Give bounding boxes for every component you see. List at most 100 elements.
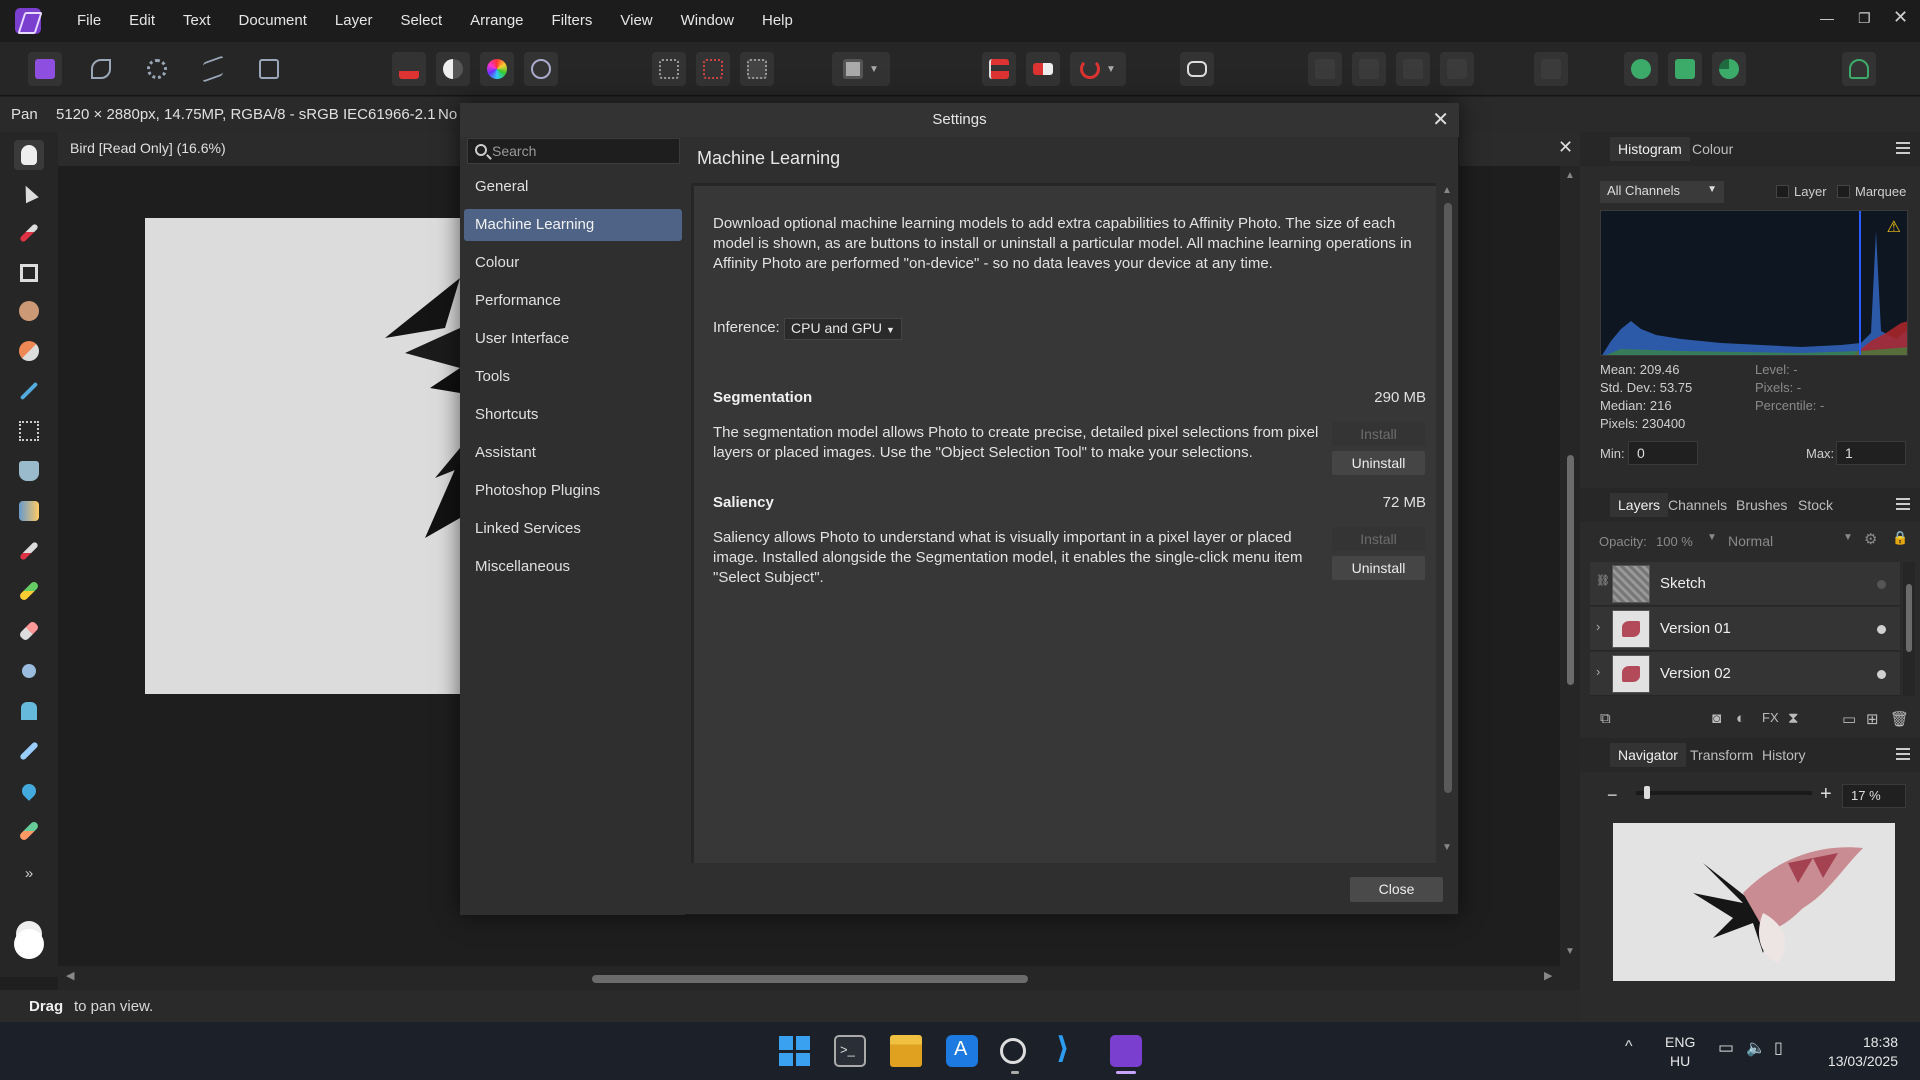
- menu-window[interactable]: Window: [667, 0, 748, 42]
- dodge-tool-icon[interactable]: [14, 656, 44, 686]
- levels-icon[interactable]: [392, 52, 426, 86]
- tone-mapping-persona-icon[interactable]: [196, 52, 230, 86]
- pane-scroll-thumb[interactable]: [1444, 203, 1452, 793]
- opacity-value[interactable]: 100 %: [1656, 534, 1693, 549]
- expand-chevron-icon[interactable]: ›: [1596, 619, 1600, 634]
- layer-settings-gear-icon[interactable]: ⚙: [1864, 530, 1877, 548]
- scroll-right-icon[interactable]: ▶: [1544, 969, 1552, 982]
- gradient-tool-icon[interactable]: [14, 496, 44, 526]
- selection-icon[interactable]: [652, 52, 686, 86]
- expand-chevron-icon[interactable]: ›: [1596, 664, 1600, 679]
- color-picker-tool-icon[interactable]: [14, 218, 44, 248]
- tray-chevron-up-icon[interactable]: ^: [1625, 1038, 1633, 1056]
- menu-layer[interactable]: Layer: [321, 0, 387, 42]
- zoom-slider-track[interactable]: [1636, 786, 1812, 799]
- scroll-left-icon[interactable]: ◀: [66, 969, 74, 982]
- category-general[interactable]: General: [464, 171, 682, 203]
- min-field[interactable]: 0: [1628, 441, 1698, 465]
- tab-histogram[interactable]: Histogram: [1610, 137, 1690, 161]
- move-tool-icon[interactable]: [14, 178, 44, 208]
- menu-text[interactable]: Text: [169, 0, 225, 42]
- scroll-up-icon[interactable]: ▲: [1565, 170, 1575, 181]
- tab-layers[interactable]: Layers: [1610, 493, 1669, 517]
- window-close-icon[interactable]: ✕: [1893, 7, 1908, 28]
- align-icon[interactable]: [982, 52, 1016, 86]
- layer-row-version-02[interactable]: › Version 02: [1590, 652, 1900, 696]
- develop-persona-icon[interactable]: [140, 52, 174, 86]
- add-layer-icon[interactable]: ⊞: [1866, 710, 1879, 728]
- color-swatch-icon[interactable]: [12, 924, 46, 964]
- layer-row-version-01[interactable]: › Version 01: [1590, 607, 1900, 651]
- segmentation-install-button[interactable]: Install: [1332, 422, 1425, 446]
- tab-history[interactable]: History: [1762, 747, 1806, 763]
- category-linked-services[interactable]: Linked Services: [464, 513, 682, 545]
- snapping-icon[interactable]: [1534, 52, 1568, 86]
- marquee-checkbox[interactable]: [1837, 185, 1850, 198]
- contrast-icon[interactable]: [436, 52, 470, 86]
- document-canvas[interactable]: [145, 218, 460, 694]
- color-replacement-tool-icon[interactable]: [14, 576, 44, 606]
- layer-checkbox[interactable]: [1776, 185, 1789, 198]
- zoom-in-icon[interactable]: +: [1820, 783, 1832, 806]
- lock-icon[interactable]: 🔒: [1892, 530, 1908, 546]
- white-balance-icon[interactable]: [524, 52, 558, 86]
- tab-brushes[interactable]: Brushes: [1736, 497, 1787, 513]
- horizontal-scroll-thumb[interactable]: [592, 975, 1028, 983]
- fx-icon[interactable]: FX: [1762, 710, 1779, 725]
- category-miscellaneous[interactable]: Miscellaneous: [464, 551, 682, 583]
- share-icon[interactable]: [1624, 52, 1658, 86]
- blur-tool-icon[interactable]: [14, 776, 44, 806]
- layers-menu-icon[interactable]: [1896, 498, 1910, 510]
- flip-icon[interactable]: [1026, 52, 1060, 86]
- system-clock[interactable]: 18:38 13/03/2025: [1828, 1033, 1898, 1071]
- network-icon[interactable]: ▭: [1718, 1038, 1734, 1058]
- pan-tool-icon[interactable]: [14, 140, 44, 170]
- deselect-icon[interactable]: [696, 52, 730, 86]
- dialog-close-icon[interactable]: ✕: [1432, 107, 1449, 132]
- tab-stock[interactable]: Stock: [1798, 497, 1833, 513]
- category-photoshop-plugins[interactable]: Photoshop Plugins: [464, 475, 682, 507]
- menu-select[interactable]: Select: [386, 0, 456, 42]
- mask-icon[interactable]: ◙: [1712, 710, 1721, 727]
- adjustment-icon[interactable]: ◐: [1736, 710, 1745, 727]
- category-machine-learning[interactable]: Machine Learning: [464, 209, 682, 241]
- selection-brush-tool-icon[interactable]: [14, 296, 44, 326]
- visibility-dot-icon[interactable]: [1877, 625, 1886, 634]
- zoom-field[interactable]: 17 %: [1842, 784, 1906, 808]
- magic-wand-tool-icon[interactable]: [14, 376, 44, 406]
- layer-link-icon[interactable]: ⛓: [1596, 574, 1610, 587]
- volume-icon[interactable]: 🔈: [1746, 1038, 1766, 1058]
- more-tools-icon[interactable]: »: [14, 858, 44, 888]
- category-user-interface[interactable]: User Interface: [464, 323, 682, 355]
- navigator-preview[interactable]: [1613, 823, 1895, 981]
- menu-edit[interactable]: Edit: [115, 0, 169, 42]
- file-explorer-icon[interactable]: [890, 1035, 922, 1067]
- color-wheel-icon[interactable]: [480, 52, 514, 86]
- paint-brush-tool-icon[interactable]: [14, 536, 44, 566]
- account-icon[interactable]: [1842, 52, 1876, 86]
- tab-navigator[interactable]: Navigator: [1610, 743, 1686, 767]
- menu-view[interactable]: View: [606, 0, 666, 42]
- layers-scroll-thumb[interactable]: [1906, 584, 1912, 652]
- category-performance[interactable]: Performance: [464, 285, 682, 317]
- input-language[interactable]: ENG HU: [1665, 1033, 1695, 1071]
- blend-mode-select[interactable]: Normal: [1728, 533, 1773, 549]
- scroll-down-icon[interactable]: ▼: [1565, 946, 1575, 957]
- saliency-uninstall-button[interactable]: Uninstall: [1332, 556, 1425, 580]
- photo-persona-icon[interactable]: [28, 52, 62, 86]
- layer-row-sketch[interactable]: ⛓ Sketch: [1590, 562, 1900, 606]
- boolean-intersect-icon[interactable]: [1396, 52, 1430, 86]
- close-button[interactable]: Close: [1350, 877, 1443, 902]
- marquee-tool-icon[interactable]: [14, 416, 44, 446]
- affinity-photo-taskbar-icon[interactable]: [1110, 1035, 1142, 1067]
- assistant-icon[interactable]: [1180, 52, 1214, 86]
- live-filter-icon[interactable]: ⧗: [1788, 710, 1799, 727]
- group-icon[interactable]: ▭: [1842, 710, 1856, 728]
- histogram-menu-icon[interactable]: [1896, 142, 1910, 154]
- category-tools[interactable]: Tools: [464, 361, 682, 393]
- zoom-slider-thumb[interactable]: [1644, 786, 1650, 799]
- category-colour[interactable]: Colour: [464, 247, 682, 279]
- vscode-icon[interactable]: ⟩: [1054, 1032, 1086, 1067]
- navigator-menu-icon[interactable]: [1896, 748, 1910, 760]
- opacity-chevron-icon[interactable]: ▼: [1707, 532, 1717, 543]
